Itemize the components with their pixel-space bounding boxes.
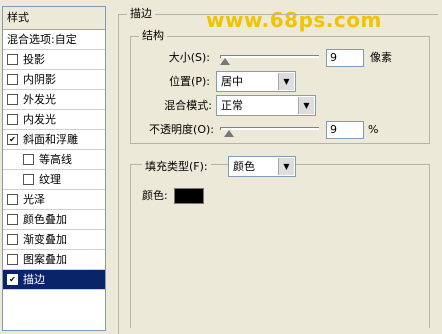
style-item[interactable]: 内阴影: [3, 70, 105, 90]
fill-type-select[interactable]: 颜色 ▼: [228, 156, 296, 177]
styles-header: 样式: [3, 7, 105, 30]
style-item-label: 混合选项:自定: [7, 32, 77, 46]
style-item[interactable]: ✔ 斜面和浮雕: [3, 130, 105, 150]
opacity-slider-track: [220, 127, 319, 130]
style-item[interactable]: 纹理: [3, 170, 105, 190]
checkbox-icon[interactable]: [23, 154, 34, 165]
opacity-slider[interactable]: [220, 124, 320, 138]
position-select[interactable]: 居中 ▼: [216, 71, 296, 92]
checkbox-icon[interactable]: [23, 174, 34, 185]
style-item-label: 斜面和浮雕: [23, 132, 78, 146]
style-item-label: 投影: [23, 52, 45, 66]
blend-mode-select-value: 正常: [221, 99, 243, 112]
size-input[interactable]: 9: [326, 49, 364, 67]
style-item[interactable]: 外发光: [3, 90, 105, 110]
chevron-down-icon[interactable]: ▼: [278, 73, 294, 90]
style-item[interactable]: 图案叠加: [3, 250, 105, 270]
opacity-input[interactable]: 9: [326, 121, 364, 139]
opacity-label: 不透明度(O):: [149, 123, 214, 136]
stroke-group-title: 描边: [127, 7, 155, 21]
size-slider-thumb[interactable]: [219, 58, 230, 65]
checkbox-icon[interactable]: [7, 114, 18, 125]
position-select-value: 居中: [221, 75, 243, 88]
checkbox-checked-icon[interactable]: ✔: [7, 134, 18, 145]
checkbox-icon[interactable]: [7, 254, 18, 265]
style-item[interactable]: 颜色叠加: [3, 210, 105, 230]
size-unit: 像素: [370, 51, 392, 64]
style-item-label: 描边: [23, 272, 45, 286]
position-label: 位置(P):: [169, 75, 210, 88]
fill-type-label: 填充类型(F):: [142, 158, 211, 176]
size-label: 大小(S):: [168, 51, 210, 64]
size-slider-track: [220, 55, 319, 58]
color-label: 颜色:: [142, 189, 168, 202]
style-item[interactable]: 内发光: [3, 110, 105, 130]
style-item[interactable]: 光泽: [3, 190, 105, 210]
checkbox-icon[interactable]: [7, 74, 18, 85]
checkbox-icon[interactable]: [7, 54, 18, 65]
checkbox-checked-icon[interactable]: ✔: [7, 274, 18, 285]
style-item[interactable]: 等高线: [3, 150, 105, 170]
fill-type-select-value: 颜色: [233, 160, 255, 173]
checkbox-icon[interactable]: [7, 94, 18, 105]
style-item-label: 外发光: [23, 92, 56, 106]
style-item[interactable]: 渐变叠加: [3, 230, 105, 250]
opacity-slider-thumb[interactable]: [223, 130, 234, 137]
checkbox-icon[interactable]: [7, 194, 18, 205]
size-slider[interactable]: [219, 52, 320, 66]
style-item-label: 纹理: [39, 172, 61, 186]
opacity-unit: %: [368, 123, 379, 136]
style-item-label: 内阴影: [23, 72, 56, 86]
chevron-down-icon[interactable]: ▼: [298, 97, 314, 114]
styles-list-panel: 样式 混合选项:自定投影内阴影外发光内发光 ✔ 斜面和浮雕等高线纹理光泽颜色叠加渐变…: [2, 6, 106, 331]
blend-mode-label: 混合模式:: [164, 99, 212, 112]
style-item-label: 颜色叠加: [23, 212, 67, 226]
style-item-label: 等高线: [39, 152, 72, 166]
color-swatch[interactable]: [174, 188, 204, 204]
checkbox-icon[interactable]: [7, 214, 18, 225]
style-item-label: 内发光: [23, 112, 56, 126]
checkbox-icon[interactable]: [7, 234, 18, 245]
style-item-label: 光泽: [23, 192, 45, 206]
style-item[interactable]: 混合选项:自定: [3, 30, 105, 50]
styles-list: 混合选项:自定投影内阴影外发光内发光 ✔ 斜面和浮雕等高线纹理光泽颜色叠加渐变叠加图…: [3, 30, 105, 290]
style-item[interactable]: 投影: [3, 50, 105, 70]
style-item-label: 图案叠加: [23, 252, 67, 266]
style-item-label: 渐变叠加: [23, 232, 67, 246]
chevron-down-icon[interactable]: ▼: [278, 158, 294, 175]
blend-mode-select[interactable]: 正常 ▼: [216, 95, 316, 116]
structure-group-title: 结构: [139, 29, 167, 43]
style-item[interactable]: ✔ 描边: [3, 270, 105, 290]
